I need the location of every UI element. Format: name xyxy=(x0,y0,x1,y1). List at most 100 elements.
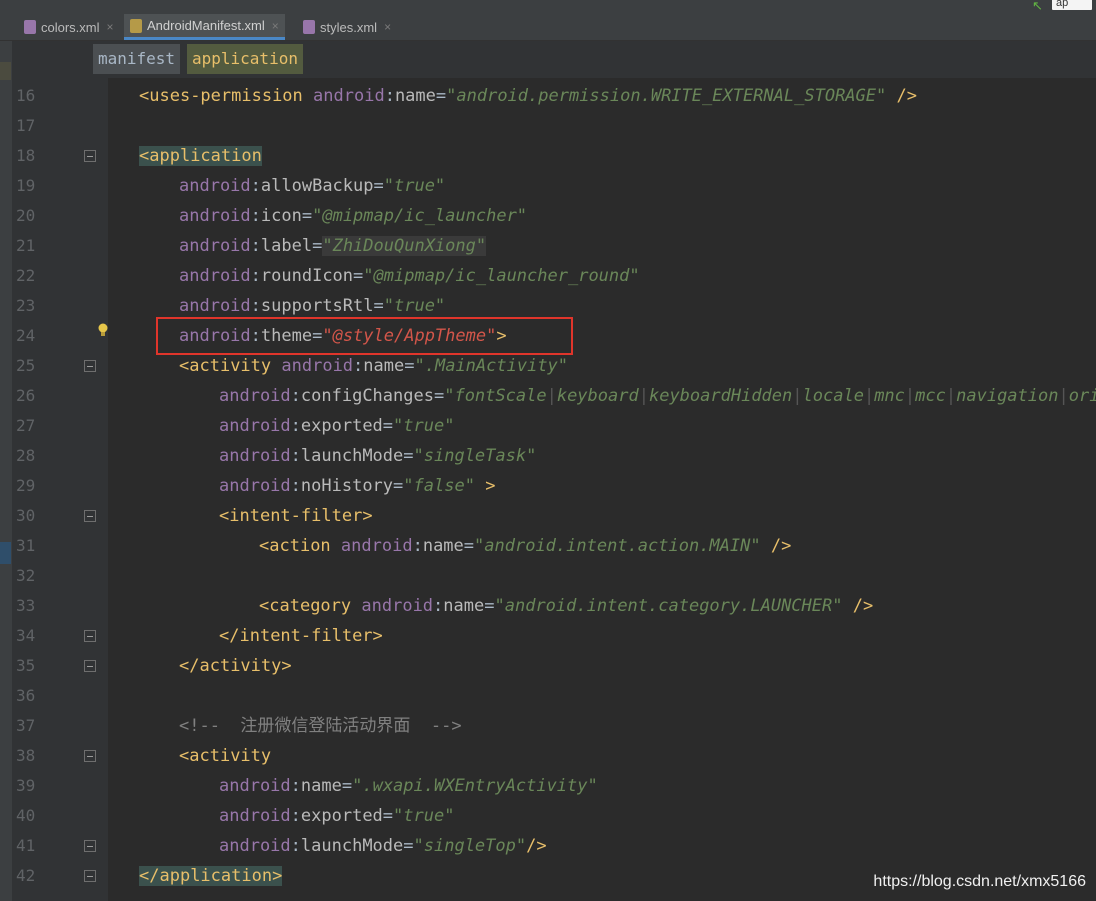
line-number: 35 xyxy=(16,656,36,675)
code-token: = xyxy=(463,536,475,556)
fold-end-icon[interactable] xyxy=(84,630,96,642)
code-token: android xyxy=(219,836,291,856)
code-line[interactable]: <application xyxy=(139,141,262,171)
code-token: name xyxy=(363,356,405,376)
code-line[interactable]: <!-- 注册微信登陆活动界面 --> xyxy=(179,711,462,741)
code-token: name xyxy=(422,536,464,556)
code-token: /> xyxy=(526,836,547,856)
code-line[interactable]: <uses-permission android:name="android.p… xyxy=(139,81,917,111)
code-line[interactable]: android:allowBackup="true" xyxy=(179,171,445,201)
code-line[interactable]: </activity> xyxy=(179,651,292,681)
code-token: launchMode xyxy=(300,446,404,466)
line-number: 17 xyxy=(16,116,36,135)
code-token: = xyxy=(373,296,384,316)
code-token: = xyxy=(341,776,353,796)
fold-end-icon[interactable] xyxy=(84,660,96,672)
code-token: android xyxy=(219,416,291,436)
code-token: "true" xyxy=(383,296,446,316)
code-token: noHistory xyxy=(300,476,394,496)
code-token: </ xyxy=(139,866,160,886)
fold-collapse-icon[interactable] xyxy=(84,750,96,762)
code-line[interactable]: android:launchMode="singleTop"/> xyxy=(219,831,547,861)
code-token: keyboard xyxy=(556,386,639,406)
code-token: > xyxy=(281,656,292,676)
code-token: > xyxy=(485,476,496,496)
run-config-widget[interactable]: ↖ ap xyxy=(1026,0,1096,13)
line-number: 24 xyxy=(16,326,36,345)
code-token: android xyxy=(313,86,385,106)
code-token: mcc xyxy=(915,386,946,406)
code-token: allowBackup xyxy=(260,176,374,196)
line-number: 38 xyxy=(16,746,36,765)
code-token: activity xyxy=(199,656,282,676)
code-token: : xyxy=(412,536,423,556)
close-icon[interactable]: × xyxy=(384,20,391,34)
breadcrumb: manifest application xyxy=(12,41,1096,78)
code-token: category xyxy=(269,596,352,616)
code-token: | xyxy=(638,386,649,406)
code-line[interactable]: android:icon="@mipmap/ic_launcher" xyxy=(179,201,527,231)
code-line[interactable]: android:configChanges="fontScale|keyboar… xyxy=(219,381,1096,411)
tab-styles-xml[interactable]: styles.xml × xyxy=(297,14,397,40)
code-token: android xyxy=(340,536,413,556)
line-number: 20 xyxy=(16,206,36,225)
code-line[interactable]: android:exported="true" xyxy=(219,801,454,831)
code-line[interactable]: </intent-filter> xyxy=(219,621,383,651)
breadcrumb-item-manifest[interactable]: manifest xyxy=(93,44,181,74)
code-token: : xyxy=(433,596,444,616)
line-number: 30 xyxy=(16,506,36,525)
code-token: < xyxy=(219,506,230,526)
code-token: /> xyxy=(852,596,874,616)
code-line[interactable]: <activity xyxy=(179,741,271,771)
code-line[interactable]: <action android:name="android.intent.act… xyxy=(259,531,791,561)
code-token: keyboardHidden xyxy=(648,386,793,406)
tab-androidmanifest-xml[interactable]: AndroidManifest.xml × xyxy=(124,14,285,40)
code-editor[interactable]: <uses-permission android:name="android.p… xyxy=(108,78,1096,901)
arrow-icon: ↖ xyxy=(1032,0,1043,13)
code-token: = xyxy=(301,206,313,226)
code-line[interactable]: android:label="ZhiDouQunXiong" xyxy=(179,231,487,261)
code-token: "android.intent.action.MAIN" xyxy=(474,536,761,556)
code-token: > xyxy=(362,506,373,526)
fold-collapse-icon[interactable] xyxy=(84,150,96,162)
code-line[interactable]: android:exported="true" xyxy=(219,411,454,441)
fold-collapse-icon[interactable] xyxy=(84,360,96,372)
line-number: 29 xyxy=(16,476,36,495)
code-line[interactable]: android:roundIcon="@mipmap/ic_launcher_r… xyxy=(179,261,640,291)
code-line[interactable]: android:name=".wxapi.WXEntryActivity" xyxy=(219,771,598,801)
code-line[interactable]: <activity android:name=".MainActivity" xyxy=(179,351,568,381)
close-icon[interactable]: × xyxy=(107,20,114,34)
breadcrumb-item-application[interactable]: application xyxy=(187,44,303,74)
code-line[interactable]: android:launchMode="singleTask" xyxy=(219,441,536,471)
code-token: configChanges xyxy=(300,386,434,406)
code-line[interactable]: android:noHistory="false" > xyxy=(219,471,495,501)
code-token: intent-filter xyxy=(229,506,363,526)
close-icon[interactable]: × xyxy=(272,19,279,33)
code-token: | xyxy=(1058,386,1069,406)
code-token: android xyxy=(361,596,434,616)
code-token: supportsRtl xyxy=(260,296,374,316)
code-line[interactable]: </application> xyxy=(139,861,283,891)
fold-end-icon[interactable] xyxy=(84,870,96,882)
code-token: </ xyxy=(219,626,240,646)
code-token: locale xyxy=(802,386,864,406)
code-token: application xyxy=(159,866,273,886)
code-line[interactable]: <category android:name="android.intent.c… xyxy=(259,591,873,621)
tab-label: colors.xml xyxy=(41,19,100,35)
code-token: name xyxy=(443,596,485,616)
tab-colors-xml[interactable]: colors.xml × xyxy=(18,14,120,40)
code-token: < xyxy=(179,746,190,766)
code-token: android xyxy=(219,476,291,496)
code-token: = xyxy=(312,236,323,256)
lightbulb-icon[interactable] xyxy=(98,323,108,337)
line-number: 33 xyxy=(16,596,36,615)
fold-end-icon[interactable] xyxy=(84,840,96,852)
code-line[interactable]: <intent-filter> xyxy=(219,501,373,531)
code-token: "android.intent.category.LAUNCHER" xyxy=(494,596,843,616)
fold-collapse-icon[interactable] xyxy=(84,510,96,522)
code-token: <!-- 注册微信登陆活动界面 --> xyxy=(179,716,462,736)
